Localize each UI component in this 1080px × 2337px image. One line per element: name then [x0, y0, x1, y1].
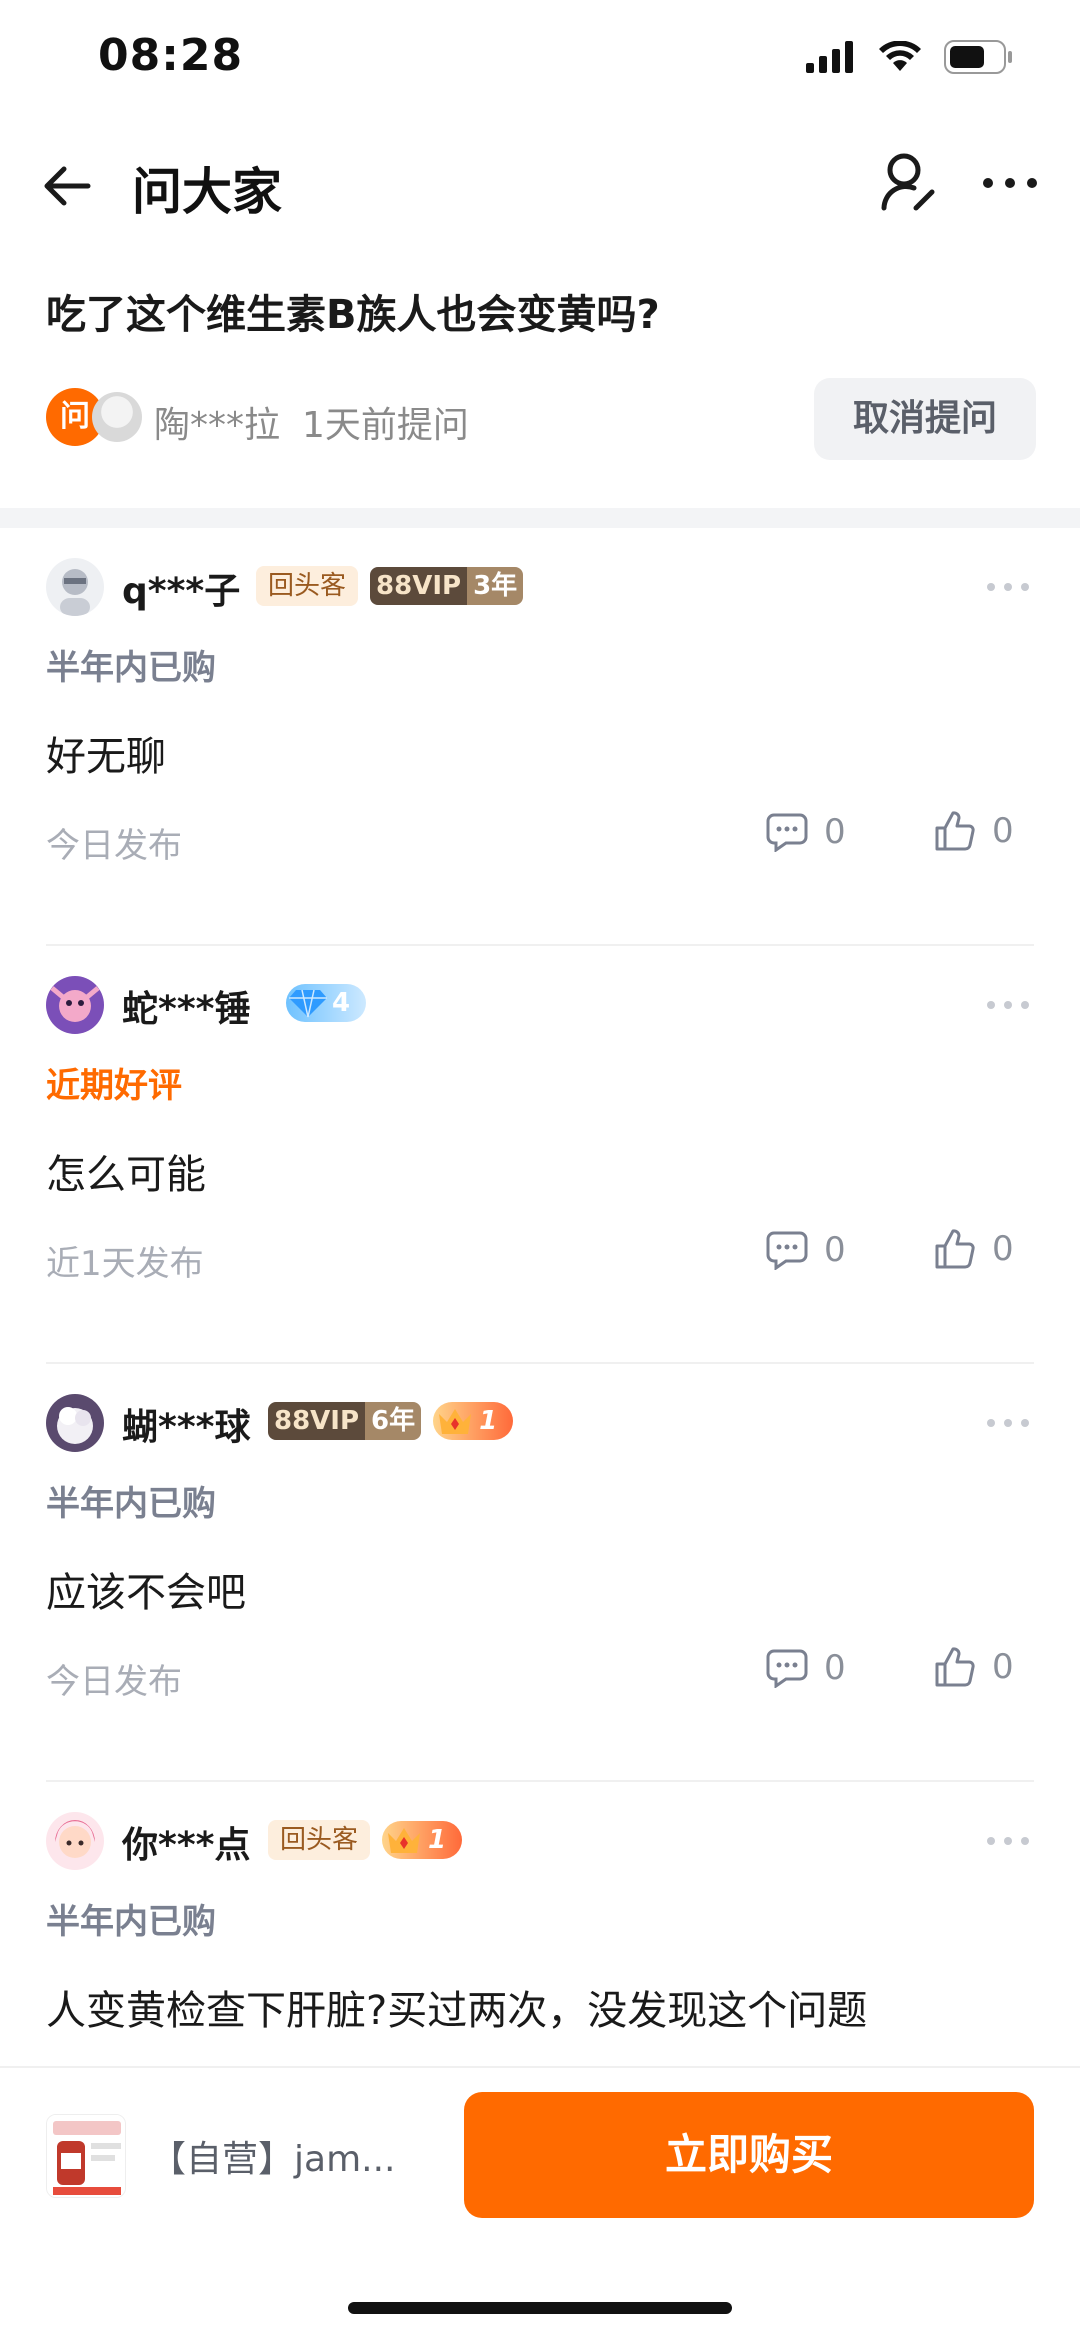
answer-username: 蛇***锤 — [122, 989, 251, 1030]
nav-bar: 问大家 — [0, 130, 1080, 240]
crown-icon — [388, 1828, 421, 1853]
avatar[interactable] — [46, 1812, 104, 1870]
post-time: 近1天发布 — [46, 1244, 204, 1284]
answer-item[interactable]: 你***点 回头客 1 半年内已购 人变黄检查下肝脏?买过两次，没发现这个问题 — [0, 1782, 1080, 2066]
answer-username: 蝴***球 — [122, 1407, 251, 1448]
user-badges: 88VIP 6年 1 — [268, 1402, 514, 1440]
comment-icon — [766, 813, 808, 852]
asker-name: 陶***拉 — [154, 405, 281, 446]
comment-icon — [766, 1231, 808, 1270]
like-count: 0 — [992, 1647, 1014, 1687]
diamond-icon — [289, 989, 327, 1018]
status-bar: 08:28 — [0, 0, 1080, 120]
signal-icon — [806, 41, 853, 73]
section-divider — [0, 508, 1080, 528]
return-customer-badge: 回头客 — [268, 1820, 371, 1860]
avatar[interactable] — [46, 976, 104, 1034]
like-count: 0 — [992, 1229, 1014, 1269]
comment-button[interactable]: 0 — [766, 1230, 846, 1270]
return-customer-badge: 回头客 — [256, 566, 359, 606]
comment-button[interactable]: 0 — [766, 1648, 846, 1688]
user-badges: 回头客 1 — [268, 1820, 463, 1860]
answer-item[interactable]: q***子 回头客 88VIP 3年 半年内已购 好无聊 今日发布 0 0 — [0, 528, 1080, 946]
buy-now-button[interactable]: 立即购买 — [464, 2092, 1034, 2218]
answer-item[interactable]: 蝴***球 88VIP 6年 1 半年内已购 应该不会吧 今日发布 0 0 — [0, 1364, 1080, 1782]
more-horizontal-icon[interactable] — [986, 1834, 1030, 1848]
avatar[interactable] — [46, 558, 104, 616]
crown-level: 1 — [428, 1825, 447, 1855]
answer-text: 应该不会吧 — [46, 1570, 246, 1616]
question-title: 吃了这个维生素B族人也会变黄吗? — [46, 292, 660, 338]
comment-count: 0 — [824, 1648, 846, 1688]
back-arrow-icon[interactable] — [38, 156, 98, 216]
comment-count: 0 — [824, 1230, 846, 1270]
vip-label: 88VIP — [370, 567, 468, 605]
answer-username: q***子 — [122, 571, 241, 612]
vip-label: 88VIP — [268, 1402, 366, 1440]
crown-level-badge: 1 — [433, 1402, 514, 1440]
purchase-tag: 半年内已购 — [46, 1484, 216, 1524]
purchase-tag: 近期好评 — [46, 1066, 182, 1106]
asker-avatar — [92, 392, 142, 442]
comment-icon — [766, 1649, 808, 1688]
more-horizontal-icon[interactable] — [982, 170, 1038, 196]
avatar[interactable] — [46, 1394, 104, 1452]
answer-text: 好无聊 — [46, 734, 166, 780]
profile-edit-icon[interactable] — [878, 150, 938, 216]
product-name[interactable]: 【自营】jam... — [150, 2130, 395, 2182]
comment-button[interactable]: 0 — [766, 812, 846, 852]
answer-item[interactable]: 蛇***锤 4 近期好评 怎么可能 近1天发布 0 0 — [0, 946, 1080, 1364]
like-button[interactable]: 0 — [934, 1646, 1014, 1688]
thumbs-up-icon — [935, 1229, 975, 1269]
answer-text: 怎么可能 — [46, 1152, 206, 1198]
user-badges: 回头客 88VIP 3年 — [256, 566, 524, 606]
user-badges: 4 — [286, 984, 366, 1022]
more-horizontal-icon[interactable] — [986, 1416, 1030, 1430]
bottom-bar: 【自营】jam... 立即购买 — [0, 2066, 1080, 2337]
like-count: 0 — [992, 811, 1014, 851]
crown-level-badge: 1 — [382, 1821, 463, 1859]
vip-years: 3年 — [467, 567, 524, 605]
crown-level: 1 — [479, 1406, 498, 1436]
crown-icon — [439, 1409, 472, 1434]
diamond-level-badge: 4 — [286, 984, 366, 1022]
post-time: 今日发布 — [46, 826, 182, 866]
status-icons — [806, 40, 1014, 74]
vip-badge: 88VIP 3年 — [370, 567, 524, 605]
status-time: 08:28 — [98, 30, 244, 81]
like-button[interactable]: 0 — [934, 810, 1014, 852]
vip-years: 6年 — [365, 1402, 422, 1440]
wifi-icon — [879, 41, 921, 71]
home-indicator — [348, 2302, 732, 2314]
answer-text: 人变黄检查下肝脏?买过两次，没发现这个问题 — [46, 1988, 868, 2034]
purchase-tag: 半年内已购 — [46, 1902, 216, 1942]
more-horizontal-icon[interactable] — [986, 580, 1030, 594]
like-button[interactable]: 0 — [934, 1228, 1014, 1270]
diamond-level: 4 — [332, 988, 351, 1018]
comment-count: 0 — [824, 812, 846, 852]
purchase-tag: 半年内已购 — [46, 648, 216, 688]
answer-username: 你***点 — [122, 1825, 251, 1866]
cancel-question-button[interactable]: 取消提问 — [814, 378, 1036, 460]
page-title: 问大家 — [132, 163, 282, 221]
thumbs-up-icon — [935, 1647, 975, 1687]
battery-icon — [944, 40, 1012, 74]
vip-badge: 88VIP 6年 — [268, 1402, 422, 1440]
product-thumbnail[interactable] — [46, 2114, 126, 2198]
thumbs-up-icon — [935, 811, 975, 851]
ask-time: 1天前提问 — [302, 405, 469, 446]
asker-row: 问 陶***拉 1天前提问 取消提问 — [46, 378, 1036, 460]
more-horizontal-icon[interactable] — [986, 998, 1030, 1012]
post-time: 今日发布 — [46, 1662, 182, 1702]
